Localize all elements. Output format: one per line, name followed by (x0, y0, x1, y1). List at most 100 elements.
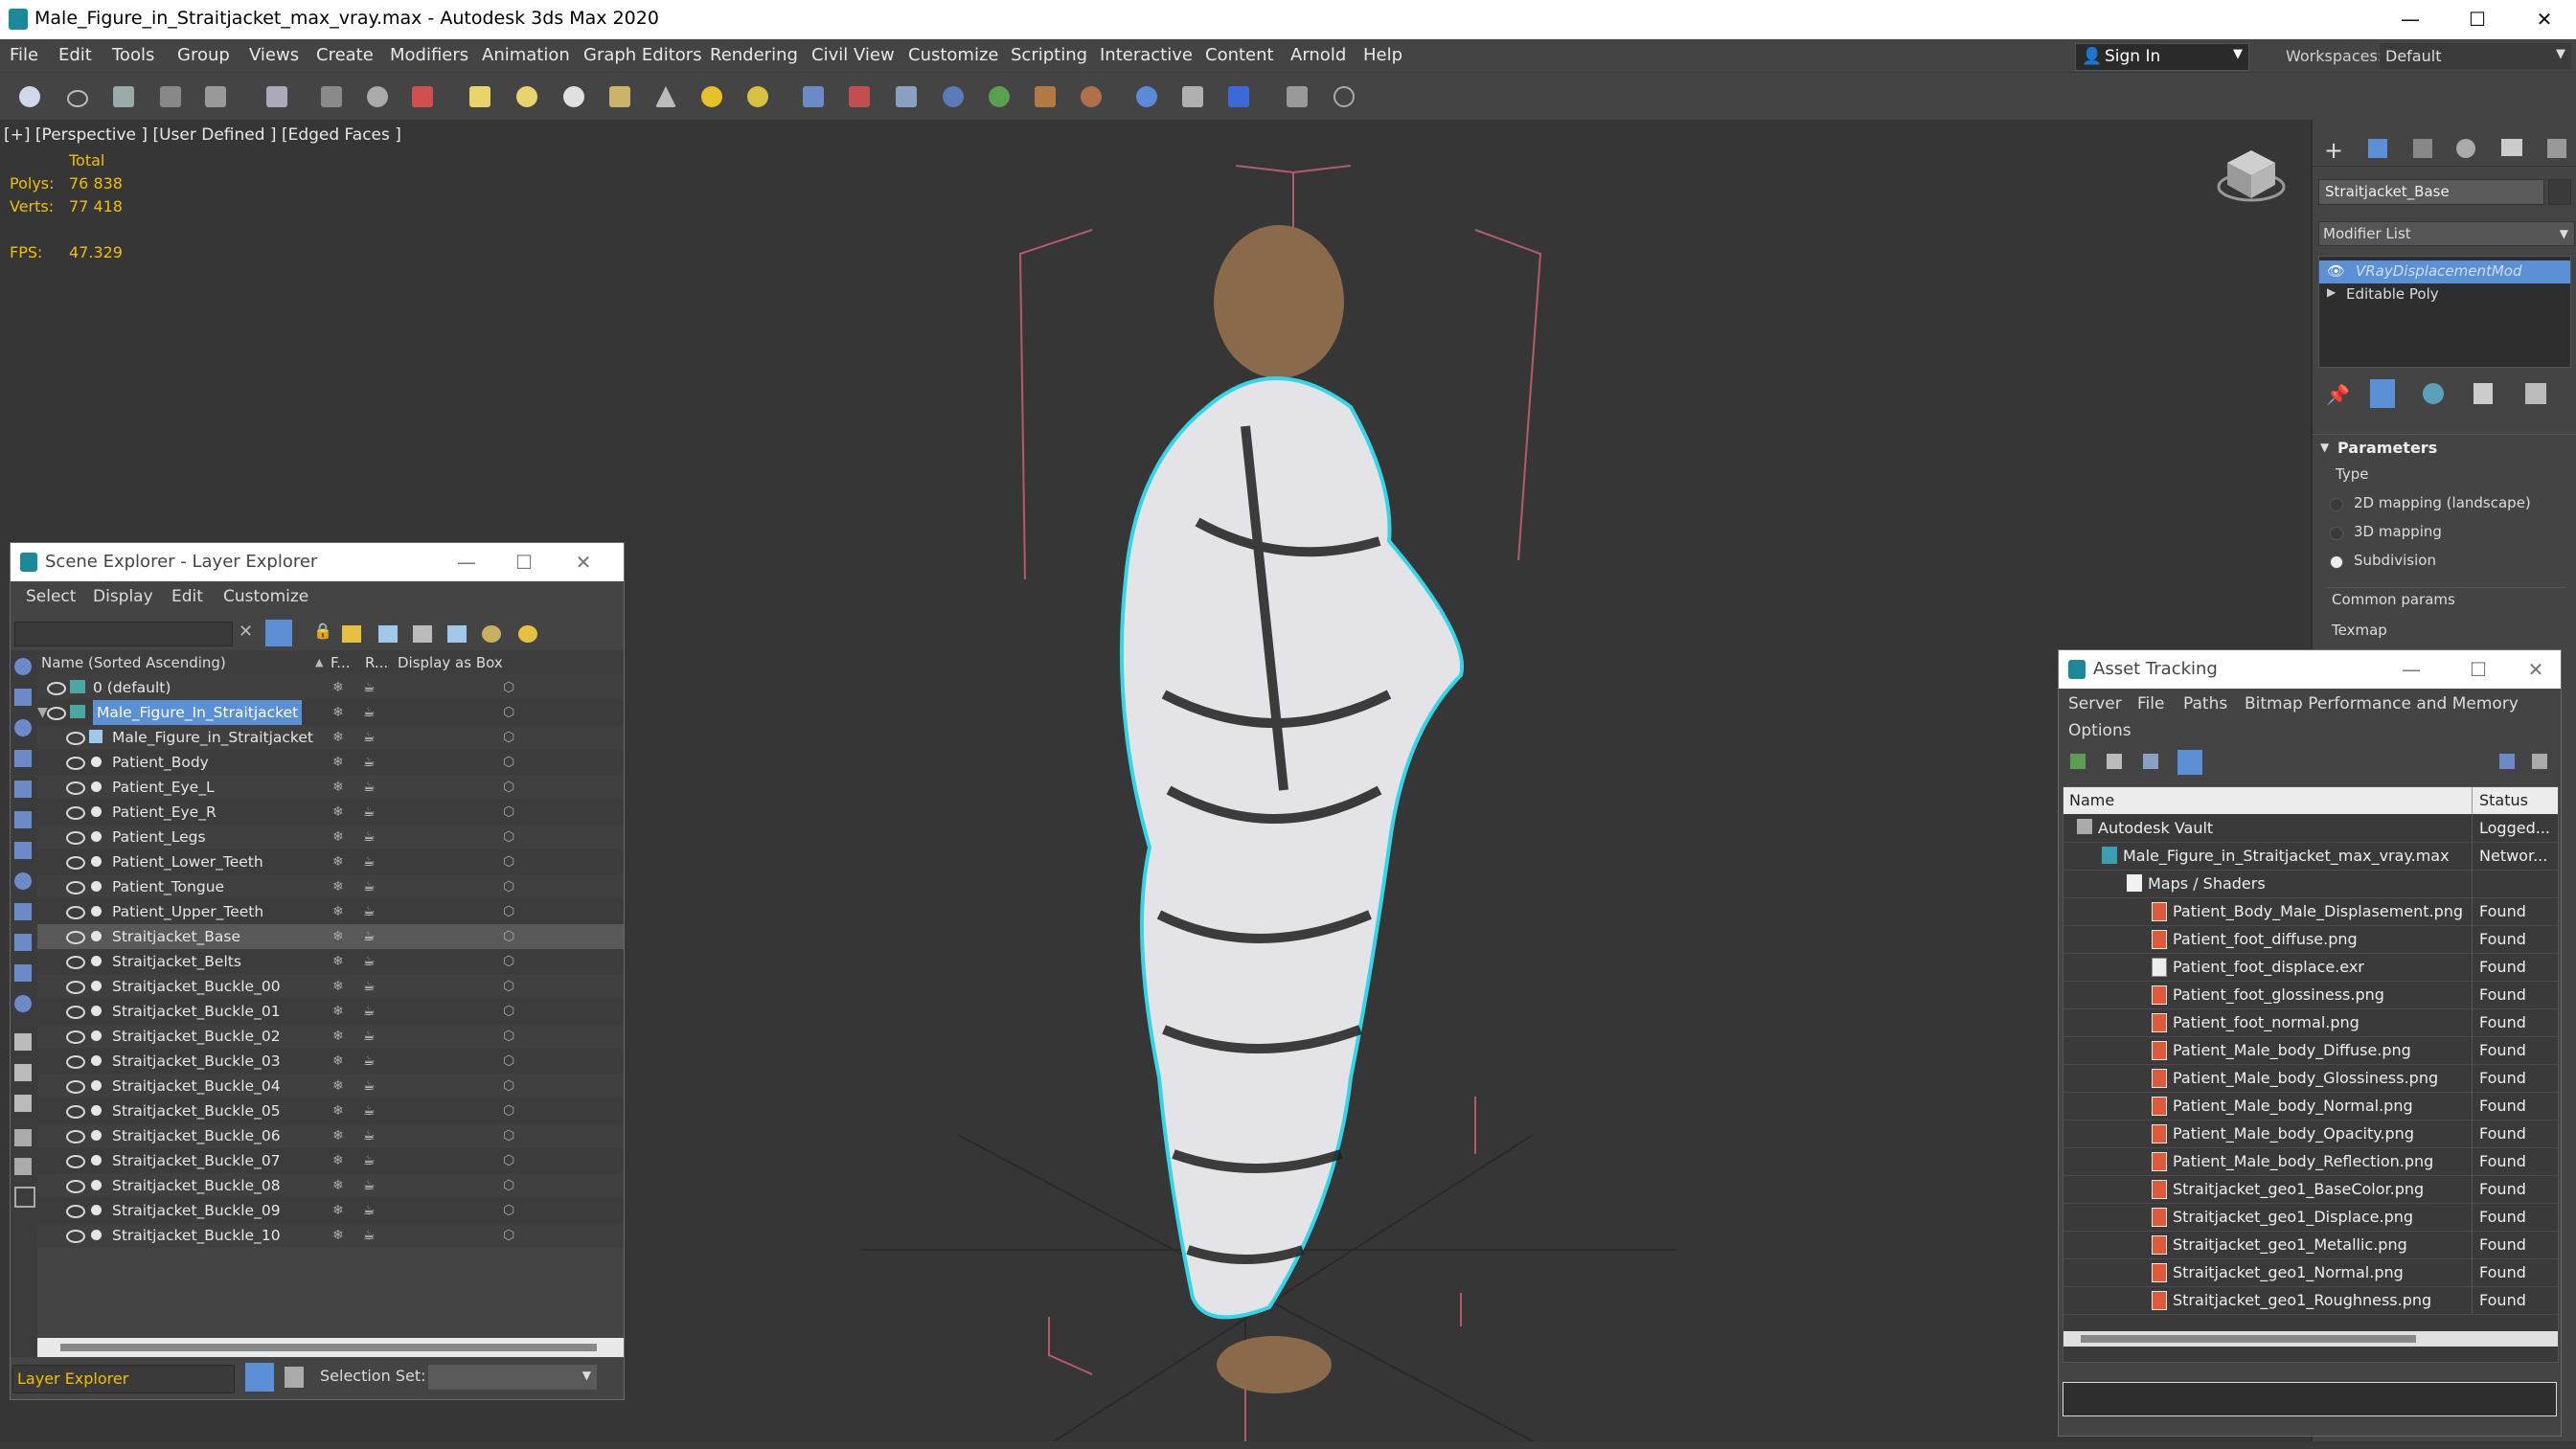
scene-explorer-row[interactable]: ▼ Male_Figure_In_Straitjacket ❄ ☕ ⬡ (37, 700, 624, 725)
scrollbar-thumb[interactable] (2081, 1335, 2416, 1343)
sign-in-dropdown[interactable]: 👤 Sign In ▼ (2075, 43, 2249, 71)
list-view-icon[interactable] (2107, 754, 2122, 769)
renderable-teapot-icon[interactable]: ☕ (363, 874, 376, 899)
asset-row[interactable]: Maps / Shaders (2063, 870, 2558, 898)
parameters-rollout-header[interactable]: ▼ Parameters (2313, 434, 2576, 462)
menu-group[interactable]: Group (177, 45, 230, 65)
menu-tools[interactable]: Tools (112, 45, 154, 65)
filter-hidden-icon[interactable] (14, 995, 32, 1012)
display-as-box-icon[interactable]: ⬡ (503, 999, 514, 1024)
freeze-icon[interactable]: ❄ (332, 1098, 344, 1123)
scene-explorer-row[interactable]: Patient_Upper_Teeth ❄ ☕ ⬡ (37, 899, 624, 924)
sync-selection-icon[interactable] (482, 625, 501, 643)
menu-bitmap-performance[interactable]: Bitmap Performance and Memory (2245, 694, 2519, 713)
menu-options[interactable]: Options (2068, 721, 2131, 740)
freeze-icon[interactable]: ❄ (332, 1223, 344, 1248)
display-as-box-icon[interactable]: ⬡ (503, 849, 514, 874)
filter-xrefs-icon[interactable] (14, 872, 32, 890)
funnel-icon[interactable] (14, 1129, 32, 1146)
visibility-eye-icon[interactable] (66, 1180, 85, 1193)
asset-row[interactable]: Straitjacket_geo1_Displace.png Found (2063, 1203, 2558, 1232)
display-as-box-icon[interactable]: ⬡ (503, 1148, 514, 1173)
visibility-eye-icon[interactable] (66, 757, 85, 770)
maximize-button[interactable]: ☐ (505, 547, 543, 577)
display-none-icon[interactable] (14, 1064, 32, 1081)
clear-search-icon[interactable]: ✕ (239, 622, 253, 642)
selection-set-dropdown[interactable]: ▼ (428, 1365, 597, 1390)
freeze-icon[interactable]: ❄ (332, 700, 344, 725)
visibility-eye-icon[interactable] (66, 806, 85, 820)
menu-edit[interactable]: Edit (171, 587, 203, 606)
horizontal-scrollbar[interactable] (37, 1338, 624, 1357)
lock-icon[interactable]: 🔒 (313, 622, 332, 640)
link-icon[interactable] (113, 86, 134, 107)
filter-icon[interactable] (265, 620, 292, 646)
visibility-eye-icon[interactable] (66, 1105, 85, 1119)
renderable-teapot-icon[interactable]: ☕ (363, 1223, 376, 1248)
settings-icon[interactable] (518, 625, 537, 643)
scene-explorer-titlebar[interactable]: Scene Explorer - Layer Explorer — ☐ ✕ (11, 543, 624, 581)
create-tab-icon[interactable]: + (2324, 137, 2343, 164)
visibility-eye-icon[interactable] (66, 1055, 85, 1069)
filter-frozen-icon[interactable] (14, 964, 32, 982)
renderable-teapot-icon[interactable]: ☕ (363, 700, 376, 725)
filter-bones-icon[interactable] (14, 903, 32, 920)
display-as-box-icon[interactable]: ⬡ (503, 700, 514, 725)
renderable-teapot-icon[interactable]: ☕ (363, 1148, 376, 1173)
explorer-selector[interactable]: Layer Explorer (12, 1365, 235, 1393)
freeze-icon[interactable]: ❄ (332, 775, 344, 800)
minimize-button[interactable]: — (2382, 4, 2439, 34)
window-crossing-icon[interactable] (469, 86, 490, 107)
freeze-icon[interactable]: ❄ (332, 1198, 344, 1223)
asset-row[interactable]: Patient_Male_body_Opacity.png Found (2063, 1120, 2558, 1148)
freeze-icon[interactable]: ❄ (332, 800, 344, 825)
scene-explorer-row[interactable]: Patient_Body ❄ ☕ ⬡ (37, 750, 624, 775)
table-view-icon[interactable] (2177, 750, 2202, 775)
mirror-icon[interactable] (849, 86, 870, 107)
motion-tab-icon[interactable] (2456, 139, 2475, 158)
scene-explorer-row[interactable]: Straitjacket_Buckle_09 ❄ ☕ ⬡ (37, 1198, 624, 1223)
display-as-box-icon[interactable]: ⬡ (503, 750, 514, 775)
unlink-icon[interactable] (160, 86, 181, 107)
menu-interactive[interactable]: Interactive (1100, 45, 1193, 65)
type-radio-2d-mapping[interactable]: 2D mapping (landscape) (2313, 489, 2576, 518)
display-as-box-icon[interactable]: ⬡ (503, 1074, 514, 1098)
menu-graph-editors[interactable]: Graph Editors (583, 45, 702, 65)
menu-customize[interactable]: Customize (908, 45, 998, 65)
filter-space-warps-icon[interactable] (14, 811, 32, 828)
bind-space-warp-icon[interactable] (205, 86, 226, 107)
display-as-box-icon[interactable]: ⬡ (503, 924, 514, 949)
funnel-all-icon[interactable] (14, 1158, 32, 1175)
menu-display[interactable]: Display (93, 587, 153, 606)
scene-explorer-row[interactable]: Straitjacket_Buckle_06 ❄ ☕ ⬡ (37, 1123, 624, 1148)
visibility-eye-icon[interactable] (66, 906, 85, 919)
scene-explorer-row[interactable]: 0 (default) ❄ ☕ ⬡ (37, 675, 624, 700)
display-as-box-icon[interactable]: ⬡ (503, 1049, 514, 1074)
select-filter-icon[interactable] (266, 86, 287, 107)
scene-explorer-row[interactable]: Straitjacket_Buckle_08 ❄ ☕ ⬡ (37, 1173, 624, 1198)
redo-icon[interactable] (67, 90, 88, 107)
menu-rendering[interactable]: Rendering (710, 45, 798, 65)
renderable-teapot-icon[interactable]: ☕ (363, 924, 376, 949)
folder-icon[interactable] (14, 1187, 35, 1208)
rotate-icon[interactable] (563, 86, 584, 107)
menu-modifiers[interactable]: Modifiers (390, 45, 468, 65)
asset-row[interactable]: Patient_foot_normal.png Found (2063, 1008, 2558, 1037)
freeze-icon[interactable]: ❄ (332, 1049, 344, 1074)
column-status[interactable]: Status (2479, 787, 2528, 814)
freeze-icon[interactable]: ❄ (332, 924, 344, 949)
display-as-box-icon[interactable]: ⬡ (503, 1198, 514, 1223)
renderable-teapot-icon[interactable]: ☕ (363, 750, 376, 775)
display-as-box-icon[interactable]: ⬡ (503, 675, 514, 700)
renderable-teapot-icon[interactable]: ☕ (363, 775, 376, 800)
modifier-stack-item-vray-displacement[interactable]: 👁 VRayDisplacementMod (2319, 260, 2570, 283)
asset-tracking-titlebar[interactable]: Asset Tracking — ☐ ✕ (2059, 650, 2561, 689)
search-input[interactable] (14, 622, 233, 646)
freeze-icon[interactable]: ❄ (332, 725, 344, 750)
renderable-teapot-icon[interactable]: ☕ (363, 800, 376, 825)
asset-row[interactable]: Straitjacket_geo1_Normal.png Found (2063, 1258, 2558, 1287)
column-name[interactable]: Name (Sorted Ascending) (41, 650, 226, 675)
named-selection-icon[interactable] (803, 86, 824, 107)
scene-explorer-row[interactable]: Straitjacket_Buckle_05 ❄ ☕ ⬡ (37, 1098, 624, 1123)
display-as-box-icon[interactable]: ⬡ (503, 899, 514, 924)
